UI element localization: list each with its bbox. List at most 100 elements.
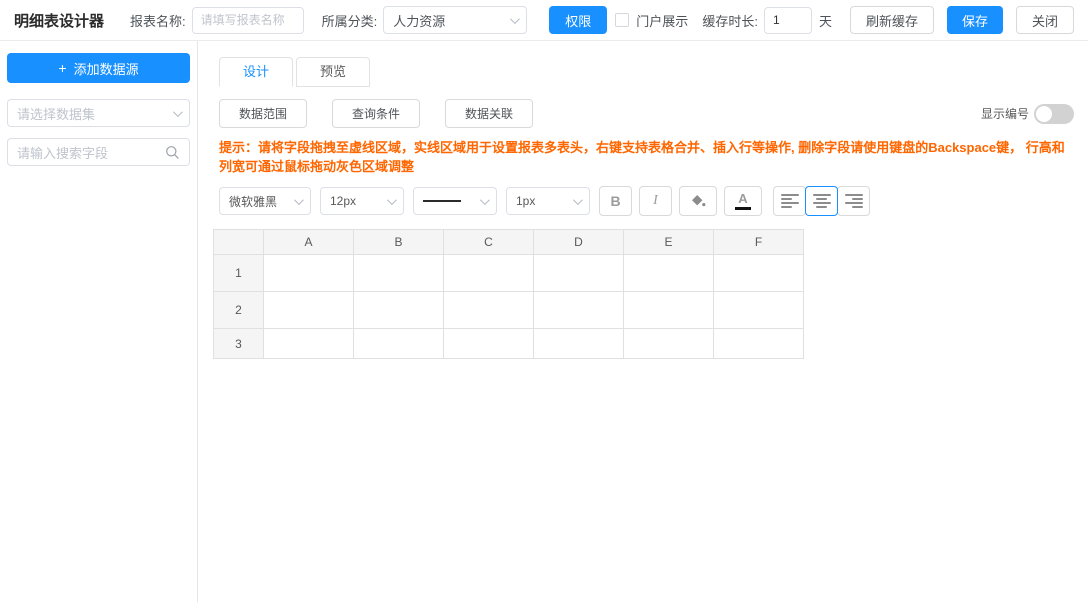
font-family-select[interactable]: 微软雅黑 <box>219 187 311 215</box>
line-style-icon <box>423 200 461 202</box>
top-toolbar: 明细表设计器 报表名称: 所属分类: 人力资源 权限 门户展示 缓存时长: 天 … <box>0 0 1088 41</box>
grid-cell-B2[interactable] <box>354 292 444 329</box>
column-header-F[interactable]: F <box>714 230 804 255</box>
row-header-1[interactable]: 1 <box>214 255 264 292</box>
column-header-B[interactable]: B <box>354 230 444 255</box>
category-label: 所属分类: <box>322 11 378 30</box>
tab-preview[interactable]: 预览 <box>296 57 370 87</box>
toggle-knob <box>1036 106 1052 122</box>
report-name-label: 报表名称: <box>130 11 186 30</box>
align-button-group <box>774 186 870 216</box>
column-header-A[interactable]: A <box>264 230 354 255</box>
dataset-select[interactable]: 请选择数据集 <box>7 99 190 127</box>
chevron-down-icon <box>573 195 583 205</box>
row-header-3[interactable]: 3 <box>214 329 264 359</box>
grid-cell-A2[interactable] <box>264 292 354 329</box>
grid-cell-E2[interactable] <box>624 292 714 329</box>
paint-bucket-icon <box>690 194 707 208</box>
border-width-select[interactable]: 1px <box>506 187 590 215</box>
chevron-down-icon <box>173 107 183 117</box>
column-header-E[interactable]: E <box>624 230 714 255</box>
grid-area: ABCDEF 123 <box>213 229 1074 359</box>
grid-cell-C1[interactable] <box>444 255 534 292</box>
grid-cell-E1[interactable] <box>624 255 714 292</box>
report-name-input[interactable] <box>192 7 304 34</box>
action-row: 数据范围 查询条件 数据关联 显示编号 <box>219 99 1074 128</box>
tab-design[interactable]: 设计 <box>219 57 293 87</box>
cache-duration-input[interactable] <box>764 7 812 34</box>
save-button[interactable]: 保存 <box>947 6 1003 34</box>
align-right-button[interactable] <box>837 186 870 216</box>
hint-text: 提示：请将字段拖拽至虚线区域，实线区域用于设置报表多表头，右键支持表格合并、插入… <box>219 138 1074 176</box>
close-button[interactable]: 关闭 <box>1016 6 1074 34</box>
bold-button[interactable]: B <box>599 186 632 216</box>
font-color-button[interactable]: A <box>724 186 762 216</box>
query-condition-button[interactable]: 查询条件 <box>332 99 420 128</box>
add-datasource-button[interactable]: + 添加数据源 <box>7 53 190 83</box>
data-relation-button[interactable]: 数据关联 <box>445 99 533 128</box>
font-size-select[interactable]: 12px <box>320 187 404 215</box>
grid-cell-C2[interactable] <box>444 292 534 329</box>
grid-cell-B1[interactable] <box>354 255 444 292</box>
show-number-control: 显示编号 <box>981 104 1074 124</box>
grid-cell-F2[interactable] <box>714 292 804 329</box>
grid-cell-E3[interactable] <box>624 329 714 359</box>
align-center-button[interactable] <box>805 186 838 216</box>
align-left-icon <box>781 194 799 208</box>
border-width-value: 1px <box>516 194 535 208</box>
grid-corner-cell[interactable] <box>214 230 264 255</box>
row-header-2[interactable]: 2 <box>214 292 264 329</box>
grid-cell-F1[interactable] <box>714 255 804 292</box>
tab-bar: 设计 预览 <box>219 57 1074 87</box>
portal-display-label: 门户展示 <box>636 11 688 30</box>
field-search-input[interactable]: 请输入搜索字段 <box>7 138 190 166</box>
align-right-icon <box>845 194 863 208</box>
data-range-button[interactable]: 数据范围 <box>219 99 307 128</box>
category-value: 人力资源 <box>393 11 445 30</box>
field-search-placeholder: 请输入搜索字段 <box>17 143 108 162</box>
page-title: 明细表设计器 <box>14 10 104 31</box>
grid-cell-F3[interactable] <box>714 329 804 359</box>
grid-cell-B3[interactable] <box>354 329 444 359</box>
align-left-button[interactable] <box>773 186 806 216</box>
chevron-down-icon <box>294 195 304 205</box>
cache-duration-label: 缓存时长: <box>702 11 758 30</box>
grid-cell-D3[interactable] <box>534 329 624 359</box>
category-select[interactable]: 人力资源 <box>383 6 527 34</box>
italic-icon: I <box>653 193 658 209</box>
dataset-placeholder: 请选择数据集 <box>17 104 95 123</box>
show-number-toggle[interactable] <box>1034 104 1074 124</box>
chevron-down-icon <box>510 14 520 24</box>
chevron-down-icon <box>387 195 397 205</box>
show-number-label: 显示编号 <box>981 105 1029 122</box>
permission-button[interactable]: 权限 <box>549 6 607 34</box>
font-size-value: 12px <box>330 194 356 208</box>
grid-cell-C3[interactable] <box>444 329 534 359</box>
grid-cell-D2[interactable] <box>534 292 624 329</box>
italic-button[interactable]: I <box>639 186 672 216</box>
grid-cell-A1[interactable] <box>264 255 354 292</box>
format-toolbar: 微软雅黑 12px 1px B I A <box>219 186 1074 216</box>
sidebar: + 添加数据源 请选择数据集 请输入搜索字段 <box>0 41 198 602</box>
border-style-select[interactable] <box>413 187 497 215</box>
add-datasource-label: 添加数据源 <box>74 59 139 78</box>
font-color-bar <box>735 207 751 210</box>
column-header-C[interactable]: C <box>444 230 534 255</box>
fill-color-button[interactable] <box>679 186 717 216</box>
header-right-cluster: 门户展示 缓存时长: 天 刷新缓存 保存 关闭 <box>615 6 1074 34</box>
cache-unit-label: 天 <box>819 11 832 30</box>
plus-icon: + <box>58 60 66 76</box>
design-panel: 设计 预览 数据范围 查询条件 数据关联 显示编号 提示：请将字段拖拽至虚线区域… <box>199 41 1088 602</box>
bold-icon: B <box>610 193 620 209</box>
grid-cell-A3[interactable] <box>264 329 354 359</box>
font-family-value: 微软雅黑 <box>229 193 277 210</box>
column-header-D[interactable]: D <box>534 230 624 255</box>
portal-display-checkbox[interactable] <box>615 13 629 27</box>
refresh-cache-button[interactable]: 刷新缓存 <box>850 6 934 34</box>
font-color-icon: A <box>738 192 747 205</box>
grid-cell-D1[interactable] <box>534 255 624 292</box>
chevron-down-icon <box>480 195 490 205</box>
align-center-icon <box>813 194 831 208</box>
design-grid: ABCDEF 123 <box>213 229 804 359</box>
search-icon <box>165 145 180 160</box>
